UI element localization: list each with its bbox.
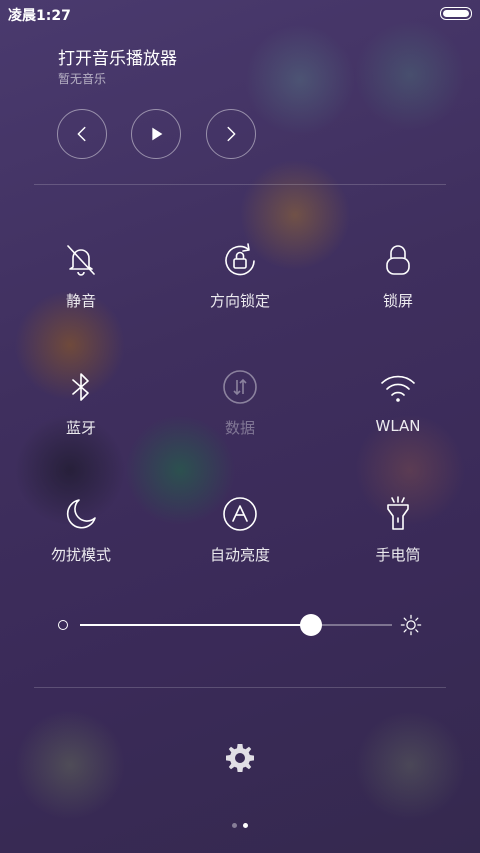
brightness-track[interactable] — [80, 614, 392, 636]
auto-brightness-icon — [223, 497, 257, 531]
flashlight-icon — [387, 496, 409, 530]
toggle-mute[interactable]: 静音 — [21, 240, 141, 311]
toggle-rotation-lock[interactable]: 方向锁定 — [180, 240, 300, 311]
music-player-title[interactable]: 打开音乐播放器 — [58, 44, 177, 69]
page-dot-active — [243, 823, 248, 828]
next-icon — [227, 126, 236, 142]
page-indicator — [0, 813, 480, 832]
brightness-slider[interactable] — [56, 610, 426, 640]
music-player-subtitle: 暂无音乐 — [58, 72, 107, 86]
brightness-fill — [80, 624, 311, 626]
wifi-icon — [381, 375, 415, 402]
battery-icon — [440, 7, 472, 20]
brightness-high-icon — [400, 614, 422, 636]
lock-icon — [386, 245, 410, 275]
prev-icon — [77, 126, 86, 142]
previous-button[interactable] — [57, 109, 107, 159]
moon-icon — [66, 499, 96, 529]
toggle-mobile-data[interactable]: 数据 — [180, 367, 300, 438]
status-time: 凌晨1:27 — [8, 8, 71, 24]
toggle-label: 勿扰模式 — [50, 546, 111, 564]
toggle-bluetooth[interactable]: 蓝牙 — [21, 367, 141, 438]
divider-bottom — [34, 687, 446, 688]
status-bar: 凌晨1:27 — [0, 0, 480, 28]
brightness-low-icon — [58, 620, 68, 630]
toggle-do-not-disturb[interactable]: 勿扰模式 — [21, 494, 141, 565]
data-icon — [223, 370, 257, 404]
toggle-label: WLAN — [375, 417, 421, 435]
play-button[interactable] — [131, 109, 181, 159]
toggle-auto-brightness[interactable]: 自动亮度 — [180, 494, 300, 565]
toggle-wlan[interactable]: WLAN — [338, 367, 458, 435]
bluetooth-icon — [72, 373, 89, 401]
toggle-label: 数据 — [224, 419, 255, 437]
next-button[interactable] — [206, 109, 256, 159]
toggle-label: 静音 — [65, 292, 96, 310]
rotation-lock-icon — [225, 243, 255, 276]
settings-gear-icon[interactable] — [224, 742, 256, 774]
toggle-label: 手电筒 — [375, 546, 421, 564]
divider-top — [34, 184, 446, 185]
bell-off-icon — [67, 245, 95, 276]
toggle-label: 蓝牙 — [65, 419, 96, 437]
toggle-lock-screen[interactable]: 锁屏 — [338, 240, 458, 311]
toggle-label: 方向锁定 — [209, 292, 270, 310]
brightness-thumb[interactable] — [299, 614, 322, 636]
toggle-label: 锁屏 — [382, 292, 413, 310]
toggle-label: 自动亮度 — [209, 546, 270, 564]
play-icon — [152, 127, 163, 141]
page-dot — [232, 823, 237, 828]
toggle-flashlight[interactable]: 手电筒 — [338, 494, 458, 565]
